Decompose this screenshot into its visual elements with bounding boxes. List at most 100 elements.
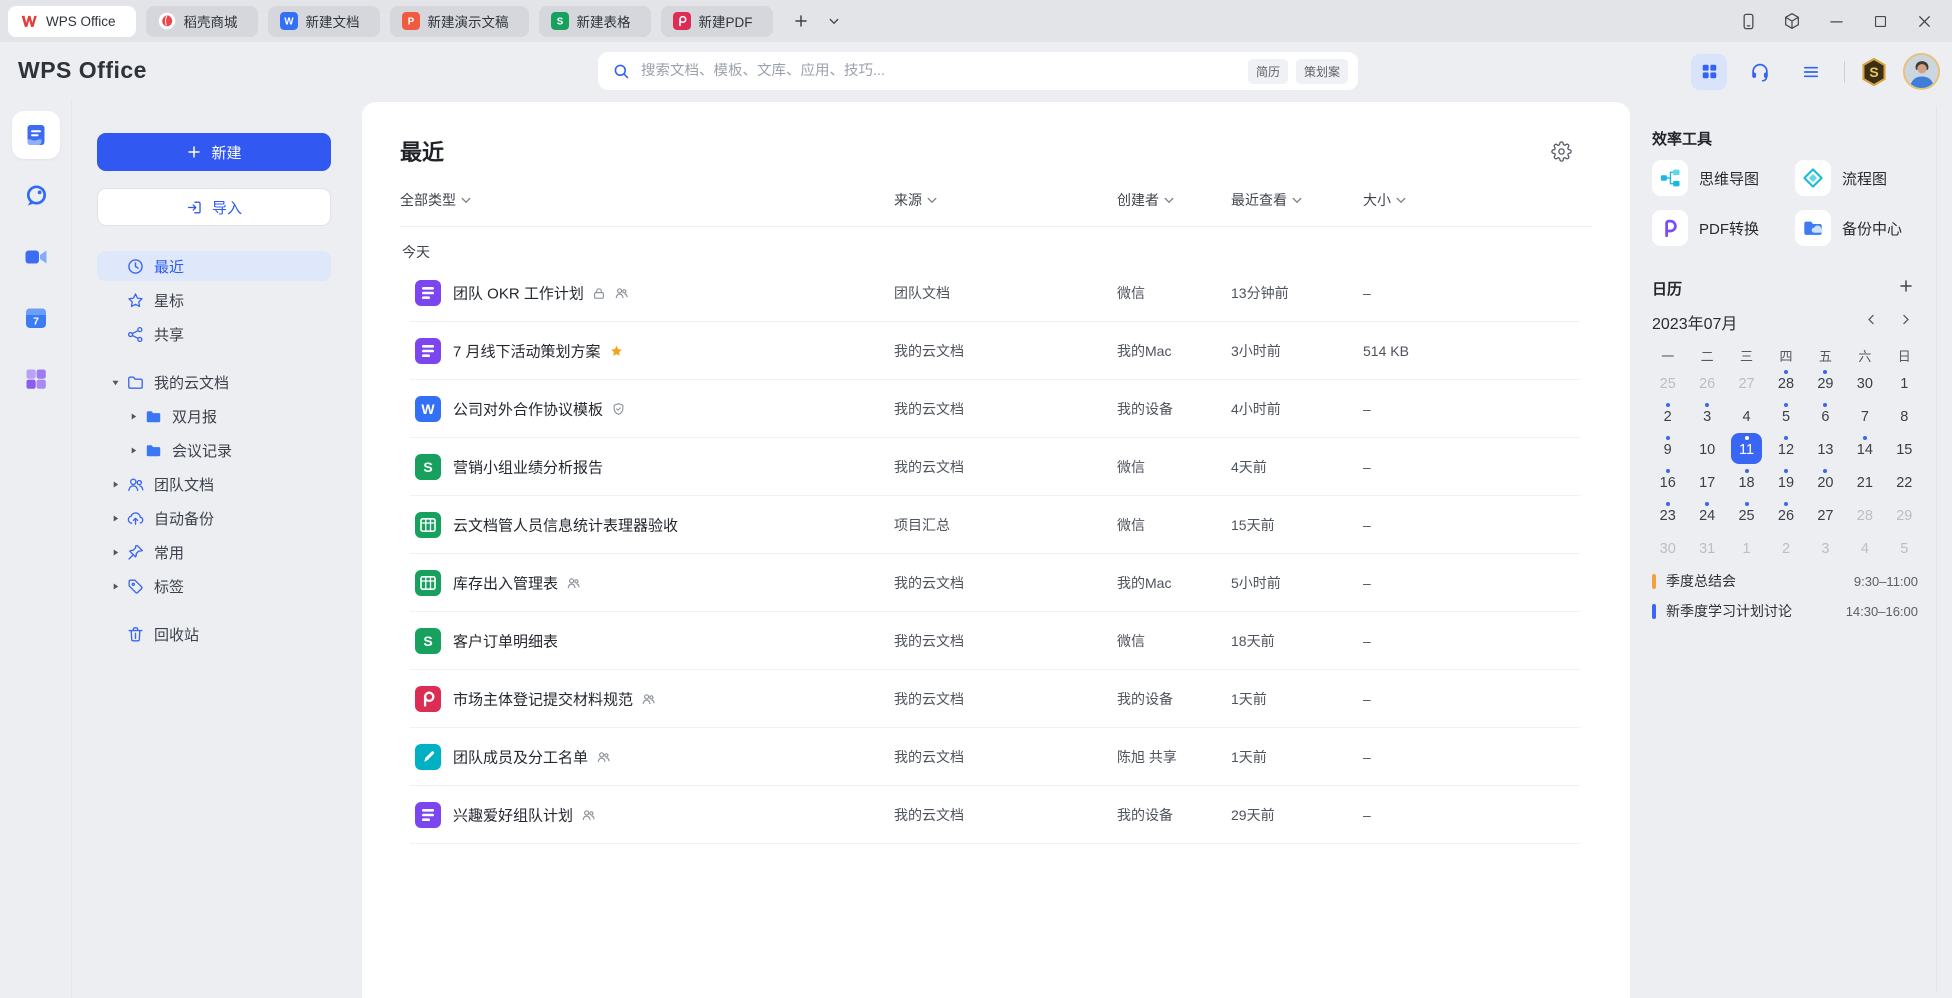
rail-item-apps[interactable] [12,355,60,403]
tool-flowchart[interactable]: 流程图 [1795,160,1887,196]
calendar-day[interactable]: 26 [1691,367,1722,398]
sidebar-item-bimonthly-report[interactable]: 双月报 [115,401,331,431]
caret-right-icon[interactable] [105,582,125,591]
next-month-button[interactable] [1898,312,1914,328]
svip-badge[interactable]: S [1860,57,1888,87]
tab-wps-office[interactable]: WPS Office [8,6,136,37]
file-row[interactable]: S客户订单明细表我的云文档微信18天前– [400,612,1592,670]
tab-new-document[interactable]: W新建文档 [268,6,380,37]
file-row[interactable]: S营销小组业绩分析报告我的云文档微信4天前– [400,438,1592,496]
filter-last-viewed[interactable]: 最近查看 [1231,190,1302,210]
calendar-day[interactable]: 21 [1849,466,1880,497]
tool-mind-map[interactable]: 思维导图 [1652,160,1759,196]
rail-item-messages[interactable] [12,172,60,220]
calendar-day[interactable]: 24 [1691,499,1722,530]
rail-item-calendar[interactable]: 7 [12,294,60,342]
calendar-day[interactable]: 4 [1731,400,1762,431]
calendar-day[interactable]: 2 [1770,532,1801,563]
avatar[interactable] [1903,53,1940,90]
calendar-day[interactable]: 22 [1889,466,1920,497]
sidebar-item-tags[interactable]: 标签 [97,571,331,601]
calendar-day[interactable]: 20 [1810,466,1841,497]
tool-backup-center[interactable]: 备份中心 [1795,210,1902,246]
tool-pdf-convert[interactable]: PDF转换 [1652,210,1759,246]
file-row[interactable]: W公司对外合作协议模板我的云文档我的设备4小时前– [400,380,1592,438]
caret-right-icon[interactable] [105,480,125,489]
calendar-day[interactable]: 29 [1889,499,1920,530]
minimize-button[interactable] [1826,11,1846,31]
new-tab-button[interactable] [787,7,815,35]
calendar-day[interactable]: 25 [1652,367,1683,398]
sidebar-item-frequent[interactable]: 常用 [97,537,331,567]
file-row[interactable]: 市场主体登记提交材料规范我的云文档我的设备1天前– [400,670,1592,728]
search-tag[interactable]: 策划案 [1296,59,1348,84]
calendar-day[interactable]: 16 [1652,466,1683,497]
calendar-day[interactable]: 10 [1691,433,1722,464]
sidebar-item-shared[interactable]: 共享 [97,319,331,349]
rail-item-meetings[interactable] [12,233,60,281]
file-row[interactable]: 库存出入管理表我的云文档我的Mac5小时前– [400,554,1592,612]
caret-right-icon[interactable] [123,412,143,421]
calendar-day[interactable]: 18 [1731,466,1762,497]
calendar-day[interactable]: 26 [1770,499,1801,530]
file-row[interactable]: 兴趣爱好组队计划我的云文档我的设备29天前– [400,786,1592,844]
caret-down-icon[interactable] [105,378,125,387]
file-row[interactable]: 团队成员及分工名单我的云文档陈旭 共享1天前– [400,728,1592,786]
calendar-day[interactable]: 6 [1810,400,1841,431]
sidebar-item-team-docs[interactable]: 团队文档 [97,469,331,499]
calendar-event[interactable]: 新季度学习计划讨论14:30–16:00 [1652,600,1918,622]
tab-new-presentation[interactable]: P新建演示文稿 [390,6,529,37]
filter-creator[interactable]: 创建者 [1117,190,1174,210]
search-tag[interactable]: 简历 [1248,59,1288,84]
calendar-day[interactable]: 17 [1691,466,1722,497]
tab-new-pdf[interactable]: 新建PDF [661,6,773,37]
sidebar-item-my-cloud-docs[interactable]: 我的云文档 [97,367,331,397]
import-button[interactable]: 导入 [97,188,331,226]
support-button[interactable] [1742,54,1778,90]
search-input[interactable] [641,63,1238,79]
calendar-day[interactable]: 14 [1849,433,1880,464]
file-row[interactable]: 7 月线下活动策划方案我的云文档我的Mac3小时前514 KB [400,322,1592,380]
calendar-day[interactable]: 28 [1849,499,1880,530]
file-row[interactable]: 云文档管人员信息统计表理器验收项目汇总微信15天前– [400,496,1592,554]
calendar-day[interactable]: 15 [1889,433,1920,464]
filter-size[interactable]: 大小 [1363,190,1406,210]
calendar-day[interactable]: 11 [1731,433,1762,464]
sidebar-item-recent[interactable]: 最近 [97,251,331,281]
global-menu-button[interactable] [1793,54,1829,90]
sidebar-item-auto-backup[interactable]: 自动备份 [97,503,331,533]
calendar-day[interactable]: 3 [1691,400,1722,431]
calendar-day[interactable]: 4 [1849,532,1880,563]
calendar-day[interactable]: 13 [1810,433,1841,464]
calendar-day[interactable]: 1 [1731,532,1762,563]
filter-type[interactable]: 全部类型 [400,190,471,210]
sidebar-item-recycle-bin[interactable]: 回收站 [97,619,331,649]
calendar-day[interactable]: 5 [1889,532,1920,563]
caret-right-icon[interactable] [123,446,143,455]
close-button[interactable] [1914,11,1934,31]
calendar-event[interactable]: 季度总结会9:30–11:00 [1652,570,1918,592]
sidebar-item-starred[interactable]: 星标 [97,285,331,315]
calendar-day[interactable]: 19 [1770,466,1801,497]
mobile-view-button[interactable] [1738,11,1758,31]
rail-item-documents[interactable] [12,111,60,159]
calendar-day[interactable]: 5 [1770,400,1801,431]
calendar-day[interactable]: 23 [1652,499,1683,530]
caret-right-icon[interactable] [105,548,125,557]
calendar-day[interactable]: 3 [1810,532,1841,563]
calendar-day[interactable]: 25 [1731,499,1762,530]
tab-list-dropdown[interactable] [823,7,845,35]
calendar-day[interactable]: 30 [1849,367,1880,398]
file-row[interactable]: 团队 OKR 工作计划团队文档微信13分钟前– [400,264,1592,322]
prev-month-button[interactable] [1864,312,1880,328]
calendar-day[interactable]: 27 [1731,367,1762,398]
calendar-day[interactable]: 7 [1849,400,1880,431]
calendar-day[interactable]: 9 [1652,433,1683,464]
home-grid-button[interactable] [1691,54,1727,90]
tab-docer-mall[interactable]: 稻壳商城 [146,6,258,37]
calendar-day[interactable]: 29 [1810,367,1841,398]
calendar-day[interactable]: 1 [1889,367,1920,398]
sidebar-item-meeting-notes[interactable]: 会议记录 [115,435,331,465]
maximize-button[interactable] [1870,11,1890,31]
calendar-day[interactable]: 2 [1652,400,1683,431]
